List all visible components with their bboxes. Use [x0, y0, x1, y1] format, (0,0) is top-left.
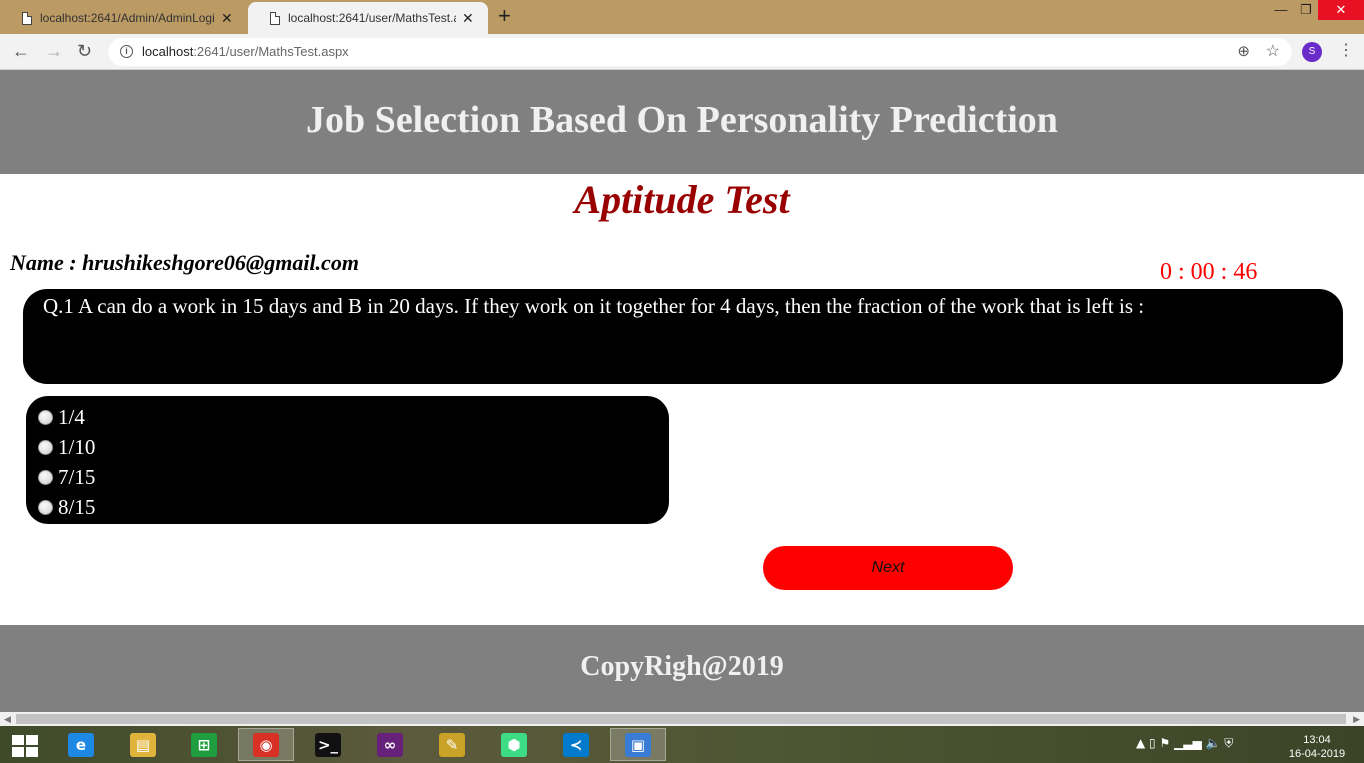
radio-button[interactable] — [38, 409, 53, 425]
address-bar[interactable]: i localhost:2641/user/MathsTest.aspx ⊕ ☆ — [108, 38, 1292, 66]
url-text[interactable]: localhost:2641/user/MathsTest.aspx — [142, 44, 349, 59]
visual-studio-icon: ∞ — [377, 732, 403, 757]
scroll-left-icon[interactable]: ◀ — [4, 712, 11, 726]
file-explorer-icon: ▤ — [130, 732, 156, 757]
option-3[interactable]: 7/15 — [26, 462, 669, 492]
zoom-icon[interactable]: ⊕ — [1237, 42, 1250, 60]
new-tab-button[interactable]: + — [498, 5, 511, 27]
page-icon — [22, 11, 32, 25]
info-icon[interactable]: i — [120, 45, 133, 58]
tab-close-icon[interactable]: ✕ — [221, 10, 233, 27]
option-1[interactable]: 1/4 — [26, 402, 669, 432]
option-label: 8/15 — [58, 494, 96, 519]
android-studio-icon: ⬢ — [501, 732, 527, 757]
countdown-timer: 0 : 00 : 46 — [1160, 259, 1258, 285]
back-icon[interactable]: ← — [12, 40, 30, 62]
question-text: Q.1 A can do a work in 15 days and B in … — [43, 294, 1145, 318]
copyright-text: CopyRigh@2019 — [580, 651, 784, 682]
url-host: localhost — [142, 44, 194, 59]
tool-icon: ✎ — [439, 732, 465, 757]
close-window-button[interactable]: ✕ — [1318, 0, 1364, 20]
taskbar-chrome-button[interactable]: ◉ — [238, 728, 294, 761]
taskbar-photos-button[interactable]: ▣ — [610, 728, 666, 761]
chrome-icon: ◉ — [253, 732, 279, 757]
taskbar-tool-button[interactable]: ✎ — [424, 728, 480, 761]
page-content: Job Selection Based On Personality Predi… — [0, 70, 1364, 712]
radio-button[interactable] — [38, 469, 53, 485]
option-label: 7/15 — [58, 464, 96, 489]
clock-date: 16-04-2019 — [1288, 748, 1346, 760]
menu-icon[interactable]: ⋮ — [1338, 41, 1354, 61]
tab-title: localhost:2641/Admin/AdminLogin.aspx — [40, 11, 215, 25]
scroll-right-icon[interactable]: ▶ — [1353, 712, 1360, 726]
photos-icon: ▣ — [625, 732, 651, 757]
forward-icon[interactable]: → — [45, 40, 63, 62]
browser-toolbar: ← → ↻ i localhost:2641/user/MathsTest.as… — [0, 34, 1364, 70]
windows-start-icon[interactable] — [12, 735, 38, 757]
command-prompt-icon: >_ — [315, 732, 341, 757]
site-title: Job Selection Based On Personality Predi… — [306, 99, 1058, 141]
tab-maths-test[interactable]: localhost:2641/user/MathsTest.aspx ✕ — [248, 2, 488, 34]
answer-options: 1/4 1/10 7/15 8/15 — [26, 396, 669, 524]
page-title: Aptitude Test — [574, 177, 790, 222]
profile-avatar[interactable]: S — [1302, 42, 1322, 62]
system-tray[interactable]: ▲ ▯ ⚑ ▁▃▅ 🔈 ⛨ — [1136, 736, 1233, 751]
radio-button[interactable] — [38, 499, 53, 515]
taskbar-visual-studio-button[interactable]: ∞ — [362, 728, 418, 761]
taskbar-file-explorer-button[interactable]: ▤ — [115, 728, 171, 761]
store-icon: ⊞ — [191, 732, 217, 757]
taskbar-android-studio-button[interactable]: ⬢ — [486, 728, 542, 761]
tab-close-icon[interactable]: ✕ — [462, 10, 474, 27]
taskbar-command-prompt-button[interactable]: >_ — [300, 728, 356, 761]
taskbar-internet-explorer-button[interactable]: e — [53, 728, 109, 761]
site-footer: CopyRigh@2019 — [0, 625, 1364, 712]
taskbar-store-button[interactable]: ⊞ — [176, 728, 232, 761]
tab-title: localhost:2641/user/MathsTest.aspx — [288, 11, 456, 25]
internet-explorer-icon: e — [68, 732, 94, 757]
clock-time: 13:04 — [1303, 734, 1331, 746]
option-label: 1/4 — [58, 404, 85, 429]
question-box: Q.1 A can do a work in 15 days and B in … — [23, 289, 1343, 384]
radio-button[interactable] — [38, 439, 53, 455]
browser-tab-strip: localhost:2641/Admin/AdminLogin.aspx ✕ l… — [0, 0, 1364, 34]
site-header: Job Selection Based On Personality Predi… — [0, 70, 1364, 174]
option-label: 1/10 — [58, 434, 96, 459]
windows-taskbar: e ▤ ⊞ ◉ >_ ∞ ✎ ⬢ ≺ ▣ ▲ ▯ ⚑ ▁▃▅ 🔈 ⛨ 13:04 16-04-20… — [0, 726, 1364, 763]
taskbar-clock[interactable]: 13:04 16-04-2019 — [1286, 733, 1348, 761]
horizontal-scrollbar[interactable]: ◀ ▶ — [0, 712, 1364, 726]
next-button[interactable]: Next — [763, 546, 1013, 590]
taskbar-vs-code-button[interactable]: ≺ — [548, 728, 604, 761]
user-name-label: Name : hrushikeshgore06@gmail.com — [10, 250, 359, 275]
url-path: :2641/user/MathsTest.aspx — [193, 44, 349, 59]
vs-code-icon: ≺ — [563, 732, 589, 757]
option-4[interactable]: 8/15 — [26, 492, 669, 522]
tab-admin-login[interactable]: localhost:2641/Admin/AdminLogin.aspx ✕ — [0, 2, 248, 34]
reload-icon[interactable]: ↻ — [77, 40, 92, 62]
page-icon — [270, 11, 280, 25]
scrollbar-thumb[interactable] — [16, 714, 1346, 724]
option-2[interactable]: 1/10 — [26, 432, 669, 462]
bookmark-star-icon[interactable]: ☆ — [1266, 41, 1280, 61]
